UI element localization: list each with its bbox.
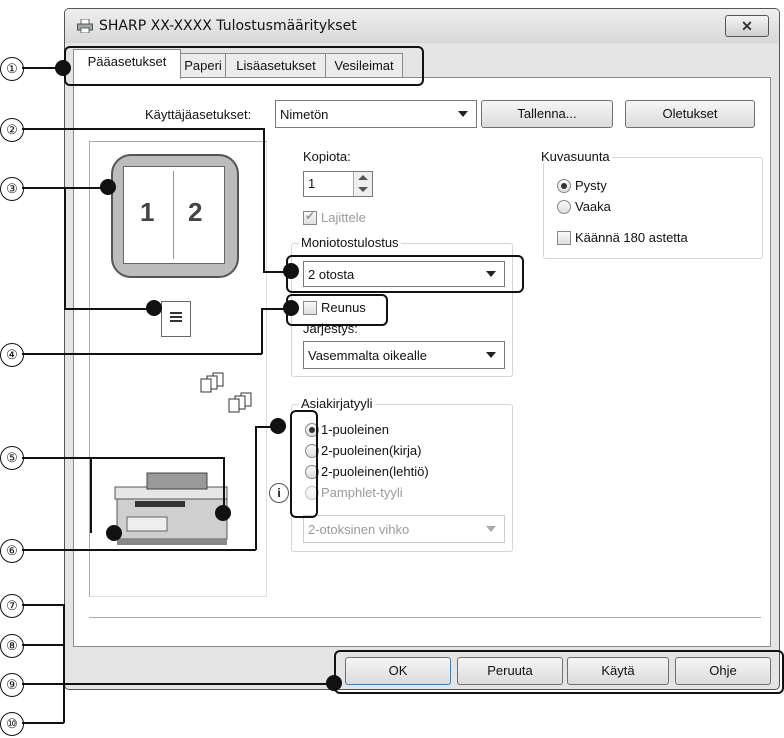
leader-line-3: [22, 187, 110, 189]
close-button[interactable]: ✕: [725, 15, 769, 37]
spin-up-icon[interactable]: [358, 175, 368, 180]
orientation-portrait-radio[interactable]: [557, 179, 571, 193]
callout-9: ⑨: [0, 673, 24, 697]
collate-sets-icon: [200, 372, 252, 413]
preview-page-2: 2: [188, 197, 203, 227]
leader-line-7: [22, 604, 64, 606]
leader-line-6: [22, 549, 256, 551]
callout-10: ⑩: [0, 712, 24, 736]
rotate-180-label: Käännä 180 astetta: [575, 230, 688, 245]
window-title: SHARP XX-XXXX Tulostusmääritykset: [99, 18, 357, 34]
chevron-down-icon: [458, 111, 468, 117]
leader-line-3b: [64, 187, 66, 309]
orientation-landscape-label: Vaaka: [575, 199, 611, 214]
callout-dot-3: [100, 179, 116, 195]
radio-highlight: [290, 410, 318, 518]
copies-value: 1: [308, 176, 316, 191]
callout-4: ④: [0, 343, 24, 367]
callout-2: ②: [0, 118, 24, 142]
order-select[interactable]: Vasemmalta oikealle: [303, 341, 505, 369]
leader-line-5b: [90, 457, 92, 533]
callout-8: ⑧: [0, 634, 24, 658]
callout-3: ③: [0, 177, 24, 201]
leader-line-4b: [261, 308, 263, 354]
checkmark-icon: ✔: [305, 209, 316, 223]
order-value: Vasemmalta oikealle: [308, 348, 427, 363]
printer-icon: [77, 19, 93, 33]
page-icon: [161, 301, 191, 337]
preview-page-1: 1: [140, 197, 155, 227]
callout-dot-5b: [215, 505, 231, 521]
callout-dot-9: [326, 675, 342, 691]
callout-dot-6: [270, 418, 286, 434]
callout-6: ⑥: [0, 539, 24, 563]
two-sided-book-label: 2-puoleinen(kirja): [321, 443, 422, 458]
leader-bracket: [63, 604, 65, 723]
user-settings-label: Käyttäjäasetukset:: [145, 107, 252, 122]
spin-down-icon[interactable]: [358, 187, 368, 192]
callout-1: ①: [0, 57, 24, 81]
tabs-highlight: [64, 46, 424, 86]
n-up-highlight: [286, 255, 524, 293]
info-icon[interactable]: i: [269, 483, 289, 503]
print-settings-window: SHARP XX-XXXX Tulostusmääritykset ✕ Pääa…: [64, 8, 780, 690]
chevron-down-icon: [486, 352, 496, 358]
preview-sheet: 1 2: [123, 166, 225, 264]
leader-line-2: [22, 128, 264, 130]
leader-line-6b: [255, 426, 257, 550]
orientation-landscape-radio[interactable]: [557, 200, 571, 214]
booklet-select[interactable]: 2-otoksinen vihko: [303, 515, 505, 543]
callout-5: ⑤: [0, 446, 24, 470]
border-highlight: [286, 294, 388, 326]
title-bar: SHARP XX-XXXX Tulostusmääritykset ✕: [65, 9, 779, 43]
n-up-legend: Moniotostulostus: [299, 235, 401, 250]
one-sided-label: 1-puoleinen: [321, 422, 389, 437]
orientation-portrait-label: Pysty: [575, 178, 607, 193]
orientation-legend: Kuvasuunta: [539, 149, 612, 164]
callout-dot-5a: [106, 525, 122, 541]
callout-dot-2: [283, 263, 299, 279]
layout-preview: 1 2: [111, 154, 239, 278]
callout-dot-4: [283, 300, 299, 316]
leader-line-9: [22, 683, 334, 685]
document-style-legend: Asiakirjatyyli: [299, 396, 375, 411]
rotate-180-checkbox[interactable]: [557, 231, 571, 245]
two-sided-tablet-label: 2-puoleinen(lehtiö): [321, 464, 429, 479]
copies-input[interactable]: 1: [303, 171, 373, 197]
collate-checkbox[interactable]: ✔: [303, 209, 317, 225]
user-settings-select[interactable]: Nimetön: [275, 100, 477, 128]
save-button[interactable]: Tallenna...: [481, 100, 613, 128]
leader-line-10: [22, 722, 64, 724]
pamphlet-label: Pamphlet-tyyli: [321, 485, 403, 500]
leader-line-2b: [263, 128, 265, 272]
leader-line-8: [22, 644, 64, 646]
copies-spinner[interactable]: [353, 172, 372, 196]
callout-dot-3b: [146, 300, 162, 316]
status-strip: [89, 617, 761, 640]
leader-line-4: [22, 353, 262, 355]
callout-7: ⑦: [0, 594, 24, 618]
buttons-highlight: [334, 650, 784, 694]
user-settings-value: Nimetön: [280, 107, 329, 122]
copies-label: Kopiota:: [303, 149, 351, 164]
booklet-value: 2-otoksinen vihko: [308, 522, 410, 537]
chevron-down-icon: [486, 526, 496, 532]
callout-dot-1: [55, 60, 71, 76]
leader-line-5: [22, 457, 224, 459]
defaults-button[interactable]: Oletukset: [625, 100, 755, 128]
leader-line-3c: [64, 308, 156, 310]
collate-label: Lajittele: [321, 210, 366, 225]
